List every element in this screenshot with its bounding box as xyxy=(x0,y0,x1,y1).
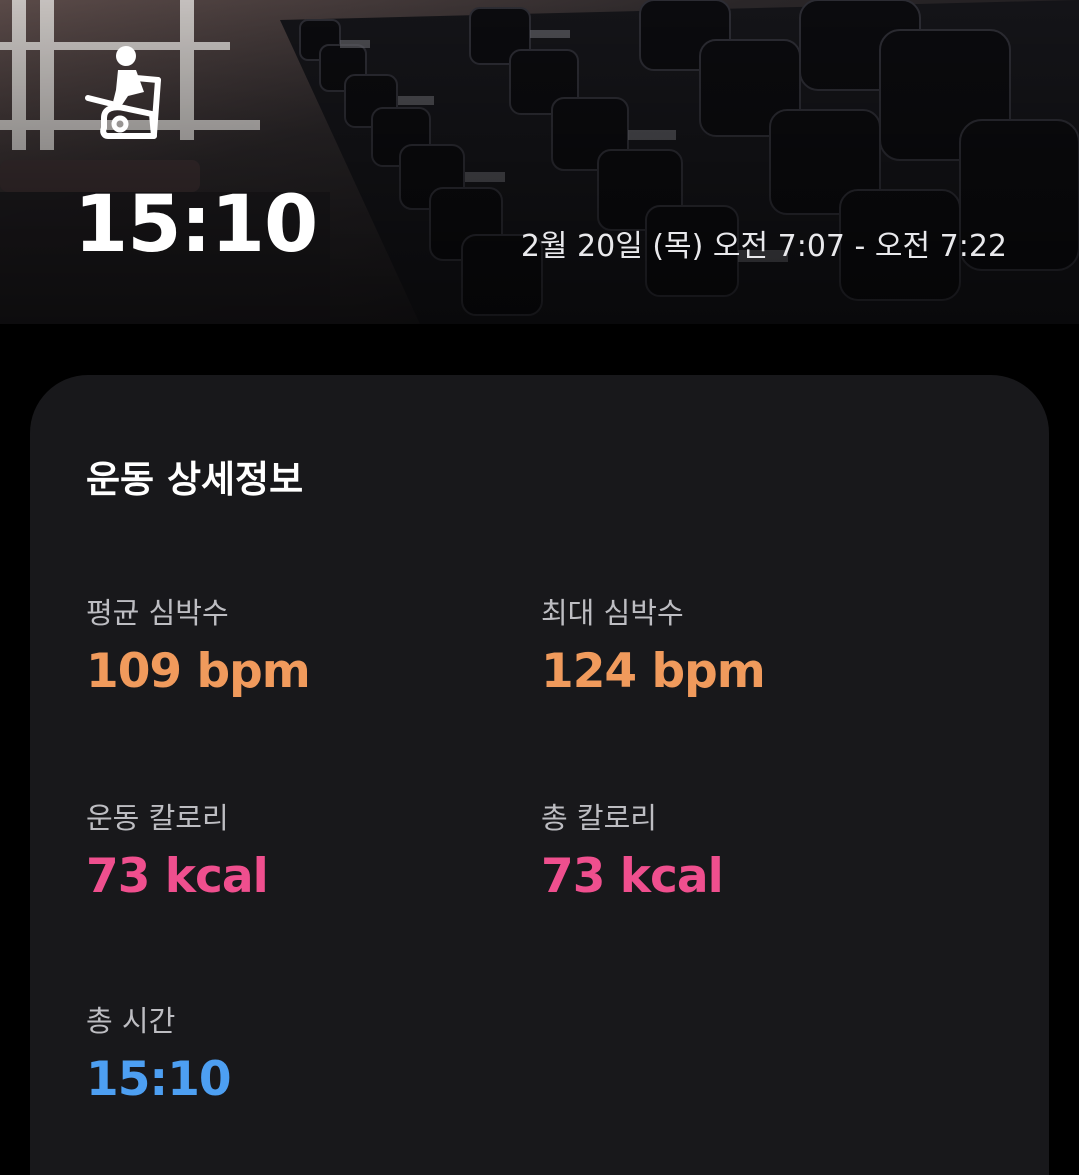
metric-workout-calories: 운동 칼로리 73 kcal xyxy=(86,800,269,906)
metric-total-calories: 총 칼로리 73 kcal xyxy=(541,800,724,906)
metric-value: 109 bpm xyxy=(86,644,311,699)
workout-details-card: 운동 상세정보 평균 심박수 109 bpm 최대 심박수 124 bpm 운동… xyxy=(30,375,1049,1175)
metric-label: 운동 칼로리 xyxy=(86,801,229,835)
metric-value: 73 kcal xyxy=(86,849,269,904)
workout-date-range: 2월 20일 (목) 오전 7:07 - 오전 7:22 xyxy=(520,229,1007,264)
metric-max-heart-rate: 최대 심박수 124 bpm xyxy=(541,595,766,701)
section-title: 운동 상세정보 xyxy=(86,458,304,501)
metric-value: 73 kcal xyxy=(541,849,724,904)
metric-avg-heart-rate: 평균 심박수 109 bpm xyxy=(86,595,311,701)
workout-duration: 15:10 xyxy=(74,180,318,270)
metric-label: 최대 심박수 xyxy=(541,596,684,630)
stationary-bike-icon xyxy=(85,46,161,139)
metric-total-time: 총 시간 15:10 xyxy=(86,1003,232,1109)
metric-label: 총 시간 xyxy=(86,1004,176,1038)
metric-value: 124 bpm xyxy=(541,644,766,699)
metric-label: 총 칼로리 xyxy=(541,801,657,835)
metric-value: 15:10 xyxy=(86,1052,232,1107)
workout-header: 15:10 2월 20일 (목) 오전 7:07 - 오전 7:22 xyxy=(0,0,1079,324)
metric-label: 평균 심박수 xyxy=(86,596,229,630)
